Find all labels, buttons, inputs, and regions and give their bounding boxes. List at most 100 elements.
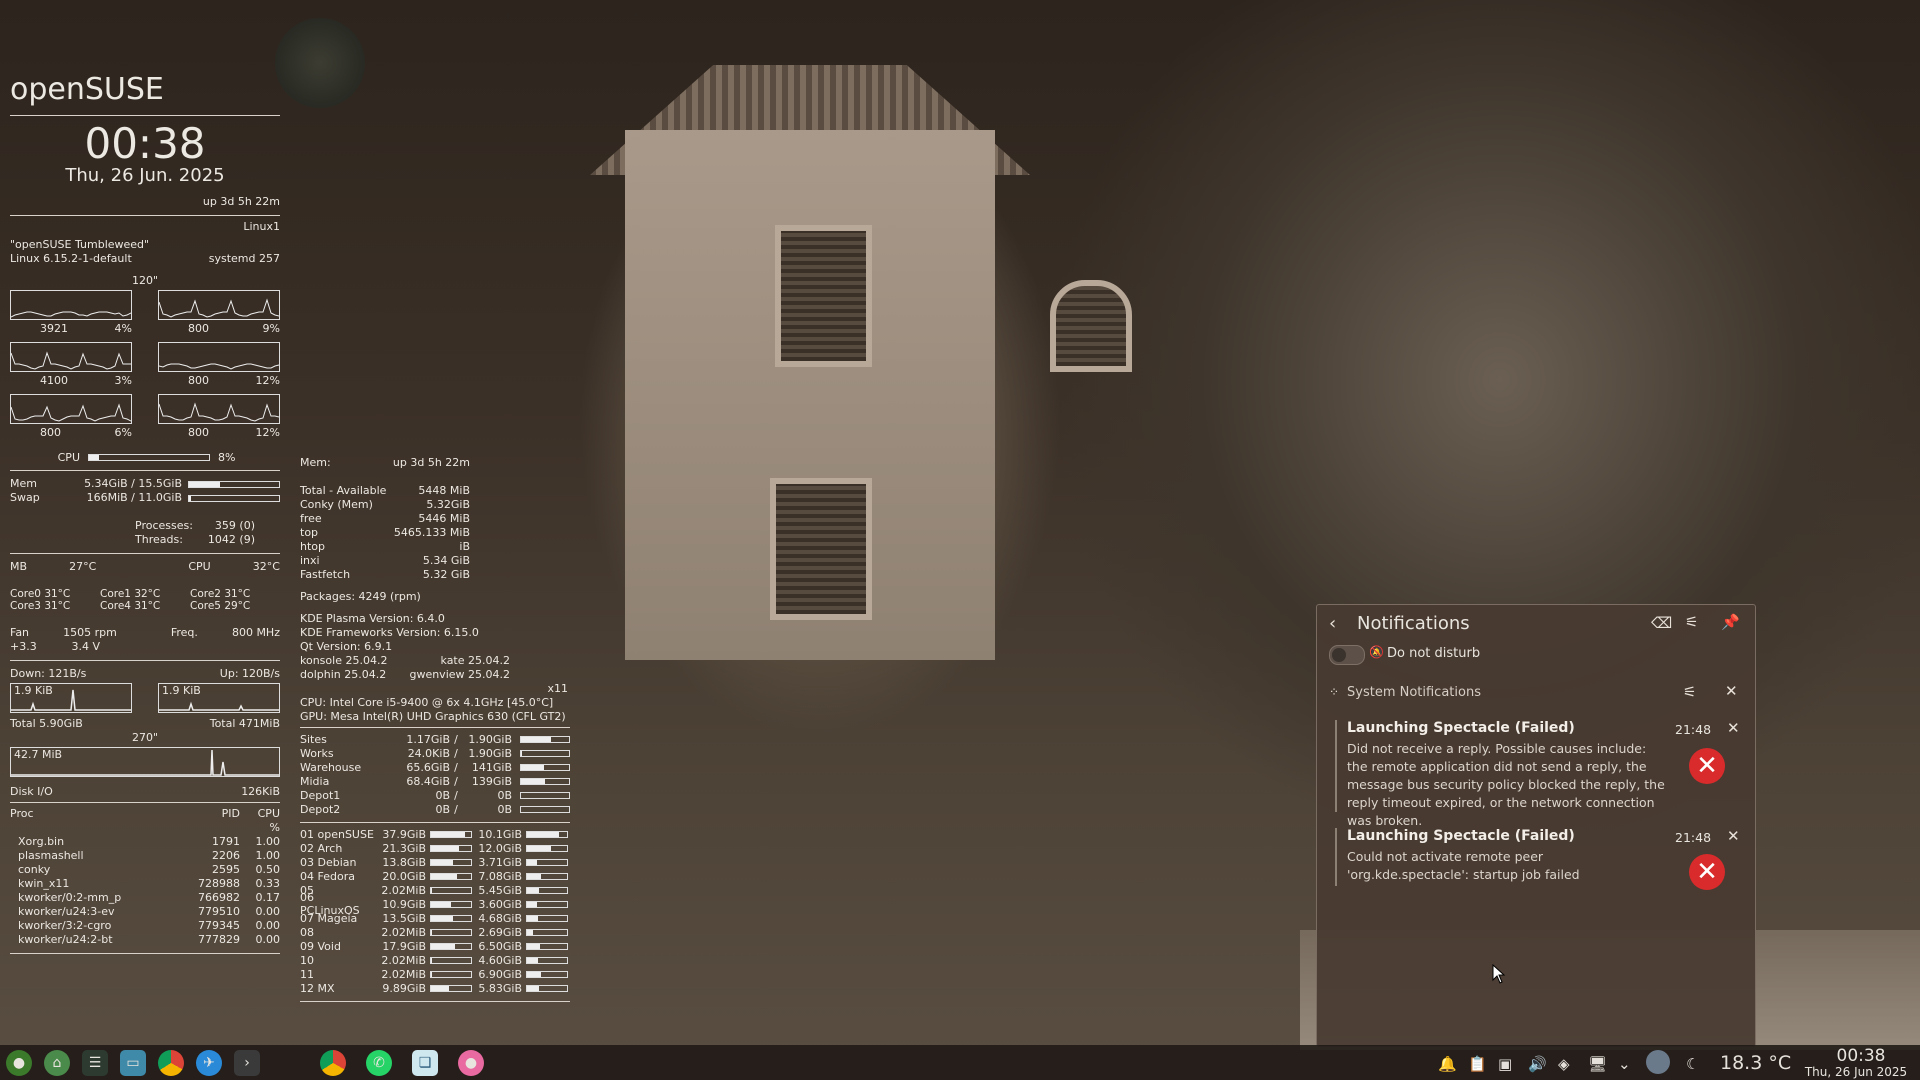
clock-date[interactable]: Thu, 26 Jun 2025: [1796, 1065, 1916, 1079]
partition-free: 10.1GiB: [478, 827, 522, 841]
partition-row: 04 Fedora 20.0GiB 7.08GiB: [300, 869, 570, 883]
display-icon[interactable]: ▣: [1498, 1055, 1512, 1073]
process-list: Xorg.bin 1791 1.00 plasmashell 2206 1.00 conky…: [10, 835, 280, 947]
notification-title: Launching Spectacle (Failed): [1347, 720, 1575, 736]
task-chrome-icon[interactable]: [320, 1050, 346, 1076]
clock-time[interactable]: 00:38: [1808, 1046, 1914, 1066]
core-pct: 3%: [114, 374, 132, 387]
notification-card[interactable]: Launching Spectacle (Failed) 21:48 ✕ Did…: [1335, 719, 1740, 828]
partition-name: 12 MX: [300, 981, 335, 995]
partition-free-bar: [526, 914, 568, 922]
notifications-popup: ‹ Notifications ⌫ ⚟ 📌 🔕 Do not disturb ⁘…: [1316, 604, 1756, 1047]
opensuse-icon[interactable]: ●: [6, 1050, 32, 1076]
book-icon[interactable]: ❏: [412, 1050, 438, 1076]
browser-icon[interactable]: ✈: [196, 1050, 222, 1076]
partition-name: 07 Mageia: [300, 911, 358, 925]
partition-used: 2.02MiB: [381, 883, 426, 897]
core-temps: Core0 31°C Core1 32°C Core2 31°C Core3 31°C…: [10, 588, 280, 612]
shield-icon[interactable]: ◈: [1558, 1055, 1570, 1073]
back-icon[interactable]: ‹: [1329, 613, 1336, 634]
group-configure-icon[interactable]: ⚟: [1683, 683, 1696, 701]
distro-name: "openSUSE Tumbleweed": [10, 238, 150, 251]
process-cpu: 0.50: [255, 863, 281, 876]
core-temp: Core5 29°C: [190, 600, 251, 612]
partition-free-bar: [526, 900, 568, 908]
fan-value: 1505 rpm: [63, 626, 117, 639]
mount-total: 139GiB: [471, 774, 512, 788]
core-temp: Core2 31°C: [190, 588, 251, 600]
temperature[interactable]: 18.3 °C: [1720, 1052, 1791, 1074]
core-freq: 800: [40, 426, 61, 439]
clear-history-icon[interactable]: ⌫: [1651, 614, 1672, 632]
group-close-icon[interactable]: ✕: [1725, 682, 1738, 700]
partition-free: 3.71GiB: [478, 855, 522, 869]
notification-title: Launching Spectacle (Failed): [1347, 828, 1575, 844]
configure-icon[interactable]: ⚟: [1685, 613, 1698, 631]
volume-icon[interactable]: 🔊: [1528, 1055, 1547, 1073]
plasma-version: KDE Plasma Version: 6.4.0: [300, 612, 445, 625]
partition-name: 10: [300, 953, 314, 967]
core-temp: Core4 31°C: [100, 600, 161, 612]
total-down: Total 5.90GiB: [10, 717, 83, 730]
dnd-toggle[interactable]: [1329, 645, 1365, 665]
chevron-down-icon[interactable]: ⌄: [1618, 1055, 1631, 1073]
process-cpu: 1.00: [255, 849, 281, 862]
notification-card[interactable]: Launching Spectacle (Failed) 21:48 ✕ Cou…: [1335, 827, 1740, 890]
net-up-graph: 1.9 KiB: [158, 683, 280, 713]
app-icon[interactable]: ●: [458, 1050, 484, 1076]
net-down-graph: 1.9 KiB: [10, 683, 132, 713]
partition-free-bar: [526, 970, 568, 978]
core-graph: 800 12%: [158, 394, 280, 440]
process-row: kwin_x11 728988 0.33: [10, 877, 280, 891]
notifications-tray-icon[interactable]: 🔔: [1438, 1055, 1457, 1073]
notification-close-icon[interactable]: ✕: [1727, 719, 1740, 737]
partition-free: 6.90GiB: [478, 967, 522, 981]
process-cpu: 0.00: [255, 919, 281, 932]
whatsapp-icon[interactable]: ✆: [366, 1050, 392, 1076]
process-pid: 728988: [198, 877, 240, 890]
cpu-label: CPU: [57, 450, 80, 464]
partition-free: 2.69GiB: [478, 925, 522, 939]
mem-row-value: 5.32GiB: [426, 498, 470, 511]
mount-used: 65.6GiB: [406, 760, 450, 774]
partition-free-bar: [526, 984, 568, 992]
notification-close-icon[interactable]: ✕: [1727, 827, 1740, 845]
core-freq: 800: [188, 322, 209, 335]
core-temp: Core1 32°C: [100, 588, 161, 600]
mount-bar: [520, 749, 570, 757]
terminal-icon[interactable]: ☰: [82, 1050, 108, 1076]
clipboard-icon[interactable]: 📋: [1468, 1055, 1487, 1073]
mount-name: Works: [300, 746, 334, 760]
moon-icon[interactable]: ☾: [1686, 1055, 1699, 1073]
avatar[interactable]: [1646, 1050, 1670, 1074]
partition-name: 01 openSUSE: [300, 827, 374, 841]
disk-graph-period: 270": [131, 731, 159, 744]
mount-name: Depot2: [300, 802, 341, 816]
net-up-label: Up: 120B/s: [219, 667, 280, 680]
mount-used: 0B: [435, 788, 450, 802]
cpu-info: CPU: Intel Core i5-9400 @ 6x 4.1GHz [45.…: [300, 696, 554, 709]
disk-graph: 42.7 MiB: [10, 747, 280, 777]
gpu-info: GPU: Mesa Intel(R) UHD Graphics 630 (CFL…: [300, 710, 566, 723]
files-icon[interactable]: ▭: [120, 1050, 146, 1076]
partition-used-bar: [430, 844, 472, 852]
partition-used-bar: [430, 900, 472, 908]
conky-mid: Mem: up 3d 5h 22m Total - Available 5448 M…: [300, 456, 570, 1005]
partition-used-bar: [430, 858, 472, 866]
cpu-row: CPU 8%: [10, 450, 280, 464]
mem-row-name: Fastfetch: [300, 568, 351, 581]
mount-used: 68.4GiB: [406, 774, 450, 788]
home-icon[interactable]: ⌂: [44, 1050, 70, 1076]
process-name: kworker/0:2-mm_p: [18, 891, 122, 904]
chrome-icon[interactable]: [158, 1050, 184, 1076]
mount-used: 0B: [435, 802, 450, 816]
pin-icon[interactable]: 📌: [1721, 613, 1740, 631]
partition-free-bar: [526, 942, 568, 950]
run-icon[interactable]: ›: [234, 1050, 260, 1076]
process-pid: 779345: [198, 919, 240, 932]
mem-row-name: top: [300, 526, 319, 539]
network-icon[interactable]: 🖥: [1588, 1055, 1607, 1073]
bell-off-icon: 🔕: [1369, 645, 1384, 659]
mount-total: 141GiB: [471, 760, 512, 774]
partition-free-bar: [526, 844, 568, 852]
